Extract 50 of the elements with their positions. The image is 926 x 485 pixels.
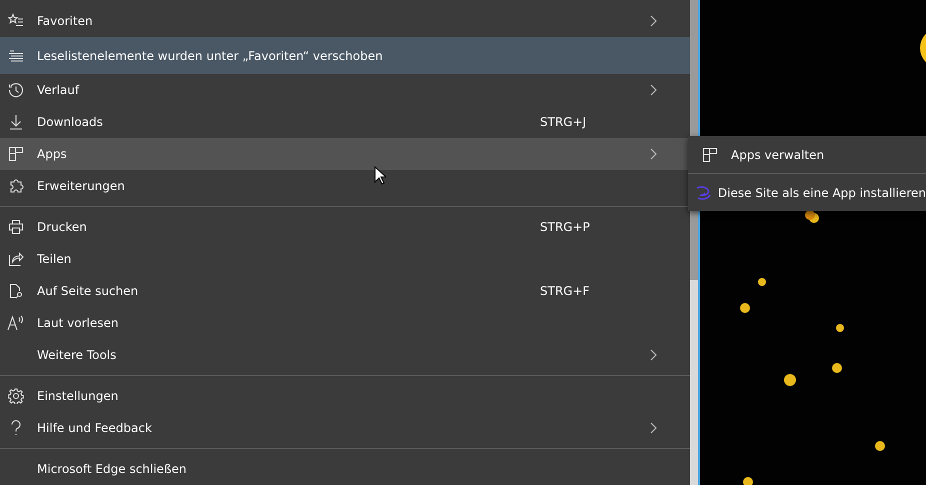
- menu-item-label: Drucken: [37, 220, 88, 234]
- menu-item-label: Microsoft Edge schließen: [37, 462, 188, 476]
- list-icon: [8, 48, 24, 64]
- apps-icon: [8, 146, 24, 162]
- puzzle-icon: [8, 178, 24, 194]
- menu-item-label: Erweiterungen: [37, 179, 126, 193]
- find-in-page-icon: [8, 283, 24, 299]
- read-aloud-icon: [6, 315, 24, 331]
- submenu-item-label: Diese Site als eine App installieren: [718, 186, 926, 200]
- menu-item[interactable]: Verlauf: [0, 74, 690, 106]
- menu-item[interactable]: Downloads STRG+J: [0, 106, 690, 138]
- apps-icon: [702, 146, 718, 162]
- menu-item-label: Auf Seite suchen: [37, 284, 140, 298]
- download-icon: [8, 114, 24, 130]
- submenu-item[interactable]: Diese Site als eine App installieren: [688, 173, 926, 211]
- menu-item[interactable]: Erweiterungen: [0, 170, 690, 202]
- submenu-item[interactable]: Apps verwalten: [688, 136, 926, 173]
- star-list-icon: [8, 13, 24, 29]
- mouse-cursor-icon: [374, 166, 386, 185]
- notice-text: Leselistenelemente wurden unter „Favoriten“ verschoben: [37, 48, 384, 62]
- printer-icon: [8, 219, 24, 235]
- menu-item-label: Favoriten: [37, 14, 94, 28]
- menu-item-label: Laut vorlesen: [37, 316, 120, 330]
- menu-item[interactable]: Drucken STRG+P: [0, 211, 690, 243]
- menu-item[interactable]: Laut vorlesen: [0, 307, 690, 339]
- menu-item-label: Hilfe und Feedback: [37, 421, 153, 435]
- menu-item-label: Einstellungen: [37, 389, 120, 403]
- menu-item[interactable]: Auf Seite suchen STRG+F: [0, 275, 690, 307]
- app-install-icon: [694, 186, 711, 200]
- shortcut-text: STRG+F: [540, 284, 591, 298]
- menu-item-label: Weitere Tools: [37, 348, 118, 362]
- menu-item[interactable]: Favoriten: [0, 5, 690, 37]
- menu-item[interactable]: Weitere Tools: [0, 339, 690, 371]
- gear-icon: [8, 388, 24, 404]
- menu-item-label: Downloads: [37, 115, 104, 129]
- menu-item-label: Teilen: [37, 252, 72, 266]
- history-icon: [8, 82, 24, 98]
- menu-item[interactable]: Einstellungen: [0, 380, 690, 412]
- menu-item[interactable]: Teilen: [0, 243, 690, 275]
- share-icon: [8, 251, 24, 267]
- shortcut-text: STRG+J: [540, 115, 588, 129]
- menu-item[interactable]: Hilfe und Feedback: [0, 412, 690, 444]
- notice-banner[interactable]: Leselistenelemente wurden unter „Favoriten“ verschoben: [0, 37, 690, 74]
- help-icon: [10, 420, 22, 436]
- menu-item-label: Apps: [37, 147, 68, 161]
- shortcut-text: STRG+P: [540, 220, 591, 234]
- menu-item[interactable]: Apps: [0, 138, 690, 170]
- menu-item-label: Verlauf: [37, 83, 80, 97]
- menu-item[interactable]: Microsoft Edge schließen: [0, 453, 690, 485]
- submenu-item-label: Apps verwalten: [731, 148, 826, 162]
